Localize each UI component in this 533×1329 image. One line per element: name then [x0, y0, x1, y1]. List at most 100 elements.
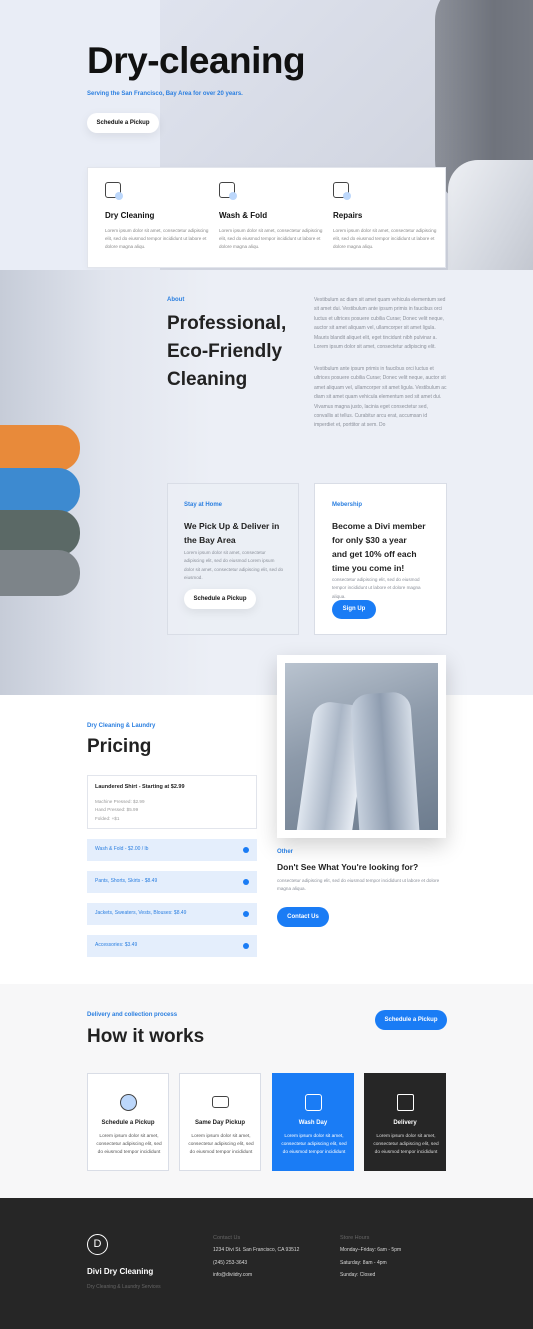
- card-title: We Pick Up & Deliver in the Bay Area: [184, 519, 289, 547]
- service-text: Lorem ipsum dolor sit amet, consectetur …: [105, 228, 209, 249]
- step-card-active: Wash Day Lorem ipsum dolor sit amet, con…: [272, 1073, 354, 1171]
- expand-icon: [243, 879, 249, 885]
- expand-icon: [243, 847, 249, 853]
- sign-up-button[interactable]: Sign Up: [332, 600, 376, 619]
- about-label: About: [167, 297, 185, 303]
- pricing-box-lines: Machine Pressed: $2.99 Hand Pressed: $5.…: [95, 798, 145, 823]
- hero-subtitle: Serving the San Francisco, Bay Area for …: [87, 91, 243, 97]
- about-paragraph: Vestibulum ante ipsum primis in faucibus…: [314, 366, 447, 429]
- card-text: Lorem ipsum dolor sit amet, consectetur …: [184, 550, 284, 581]
- about-section: About Professional, Eco-Friendly Cleanin…: [0, 270, 533, 695]
- pricing-accordion-item[interactable]: Jackets, Sweaters, Vests, Blouses: $8.49: [87, 903, 257, 925]
- card-title-line: Become a Divi member: [332, 521, 426, 531]
- logo[interactable]: D: [87, 1234, 108, 1255]
- pricing-title: Pricing: [87, 736, 152, 757]
- step-text: Lorem ipsum dolor sit amet, consectetur …: [281, 1134, 347, 1156]
- pricing-accordion-item[interactable]: Wash & Fold - $2.00 / lb: [87, 839, 257, 861]
- step-title: Delivery: [393, 1120, 417, 1126]
- card-label: Stay at Home: [184, 502, 223, 508]
- contact-heading: Contact Us: [213, 1235, 241, 1241]
- truck-icon: [212, 1096, 229, 1108]
- about-heading-line: Cleaning: [167, 369, 248, 390]
- schedule-pickup-button[interactable]: Schedule a Pickup: [375, 1010, 447, 1030]
- membership-card: Mebership Become a Divi member for only …: [314, 483, 447, 635]
- how-label: Delivery and collection process: [87, 1012, 178, 1018]
- other-label: Other: [277, 849, 294, 855]
- step-card: Schedule a Pickup Lorem ipsum dolor sit …: [87, 1073, 169, 1171]
- other-text: consectetur adipiscing elit, sed do eius…: [277, 878, 440, 892]
- how-it-works-section: Delivery and collection process How it w…: [0, 984, 533, 1198]
- price-line: Folded: +$1: [95, 815, 120, 821]
- pricing-label: Dry Cleaning & Laundry: [87, 723, 156, 729]
- about-paragraph: Vestibulum ac diam sit amet quam vehicul…: [314, 297, 446, 351]
- service-repairs: Repairs Lorem ipsum dolor sit amet, cons…: [333, 182, 438, 251]
- step-card: Same Day Pickup Lorem ipsum dolor sit am…: [179, 1073, 261, 1171]
- service-text: Lorem ipsum dolor sit amet, consectetur …: [333, 228, 437, 249]
- footer-tagline: Dry Cleaning & Laundry Services: [87, 1284, 161, 1290]
- card-title-line: the Bay Area: [184, 535, 236, 545]
- price-line: Machine Pressed: $2.99: [95, 799, 145, 804]
- pants-icon: [219, 182, 237, 200]
- card-text: consectetur adipiscing elit, sed do eius…: [332, 577, 421, 599]
- heart-hand-icon: [333, 182, 351, 200]
- expand-icon: [243, 911, 249, 917]
- card-title-line: We Pick Up & Deliver in: [184, 521, 280, 531]
- card-label: Mebership: [332, 502, 363, 508]
- accordion-label: Accessories: $3.49: [95, 942, 138, 948]
- garment-bags-image: [285, 663, 438, 830]
- footer: D Divi Dry Cleaning Dry Cleaning & Laund…: [0, 1198, 533, 1329]
- service-text: Lorem ipsum dolor sit amet, consectetur …: [219, 228, 323, 249]
- washing-machine-icon: [305, 1094, 322, 1111]
- schedule-pickup-button[interactable]: Schedule a Pickup: [87, 113, 159, 133]
- stay-at-home-card: Stay at Home We Pick Up & Deliver in the…: [167, 483, 299, 635]
- card-title-line: time you come in!: [332, 563, 405, 573]
- card-title-line: and get 10% off each: [332, 549, 417, 559]
- hours-line: Monday–Friday: 6am - 5pm: [340, 1247, 402, 1253]
- card-title: Become a Divi member for only $30 a year…: [332, 519, 437, 575]
- step-text: Lorem ipsum dolor sit amet, consectetur …: [373, 1134, 439, 1156]
- garment-bag-image: [448, 160, 533, 270]
- about-heading-line: Professional,: [167, 313, 287, 334]
- accordion-label: Wash & Fold - $2.00 / lb: [95, 846, 149, 852]
- hours-line: Sunday: Closed: [340, 1272, 376, 1278]
- accordion-label: Pants, Shorts, Skirts - $8.49: [95, 878, 158, 884]
- hours-line: Saturday: 8am - 4pm: [340, 1260, 387, 1266]
- step-card-dark: Delivery Lorem ipsum dolor sit amet, con…: [364, 1073, 446, 1171]
- expand-icon: [243, 943, 249, 949]
- card-title-line: for only $30 a year: [332, 535, 407, 545]
- service-title: Repairs: [333, 211, 363, 220]
- about-heading-line: Eco-Friendly: [167, 341, 283, 362]
- address-text: 1234 Divi St. San Francisco, CA 93512: [213, 1247, 300, 1253]
- plastic-bag-shape: [349, 691, 421, 830]
- phone-link[interactable]: (245) 253-3643: [213, 1260, 247, 1266]
- step-text: Lorem ipsum dolor sit amet, consectetur …: [96, 1134, 162, 1156]
- email-link[interactable]: info@diviidry.com: [213, 1272, 252, 1278]
- house-icon: [397, 1094, 414, 1111]
- services-box: Dry Cleaning Lorem ipsum dolor sit amet,…: [87, 167, 446, 268]
- shirt-icon: [105, 182, 123, 200]
- about-heading: Professional, Eco-Friendly Cleaning: [167, 310, 286, 394]
- footer-brand: Divi Dry Cleaning: [87, 1267, 154, 1276]
- step-title: Wash Day: [298, 1120, 328, 1126]
- step-title: Same Day Pickup: [194, 1120, 246, 1126]
- garment-photo: [277, 655, 446, 838]
- pricing-accordion-item[interactable]: Accessories: $3.49: [87, 935, 257, 957]
- other-title: Don't See What You're looking for?: [277, 862, 419, 872]
- accordion-label: Jackets, Sweaters, Vests, Blouses: $8.49: [95, 910, 187, 916]
- contact-us-button[interactable]: Contact Us: [277, 907, 329, 927]
- page-title: Dry-cleaning: [87, 40, 306, 81]
- price-line: Hand Pressed: $5.99: [95, 807, 139, 813]
- pricing-box: Laundered Shirt - Starting at $2.99 Mach…: [87, 775, 257, 829]
- pricing-accordion-item[interactable]: Pants, Shorts, Skirts - $8.49: [87, 871, 257, 893]
- step-text: Lorem ipsum dolor sit amet, consectetur …: [188, 1134, 254, 1156]
- schedule-pickup-button[interactable]: Schedule a Pickup: [184, 589, 256, 609]
- folded-shirt-blue: [0, 468, 80, 514]
- service-title: Dry Cleaning: [105, 211, 155, 220]
- how-title: How it works: [87, 1026, 205, 1047]
- step-title: Schedule a Pickup: [101, 1120, 155, 1126]
- hours-heading: Store Hours: [340, 1235, 370, 1241]
- service-wash-fold: Wash & Fold Lorem ipsum dolor sit amet, …: [219, 182, 324, 251]
- folded-shirt-grey: [0, 550, 80, 596]
- pricing-box-title: Laundered Shirt - Starting at $2.99: [95, 784, 185, 790]
- folded-shirt-orange: [0, 425, 80, 471]
